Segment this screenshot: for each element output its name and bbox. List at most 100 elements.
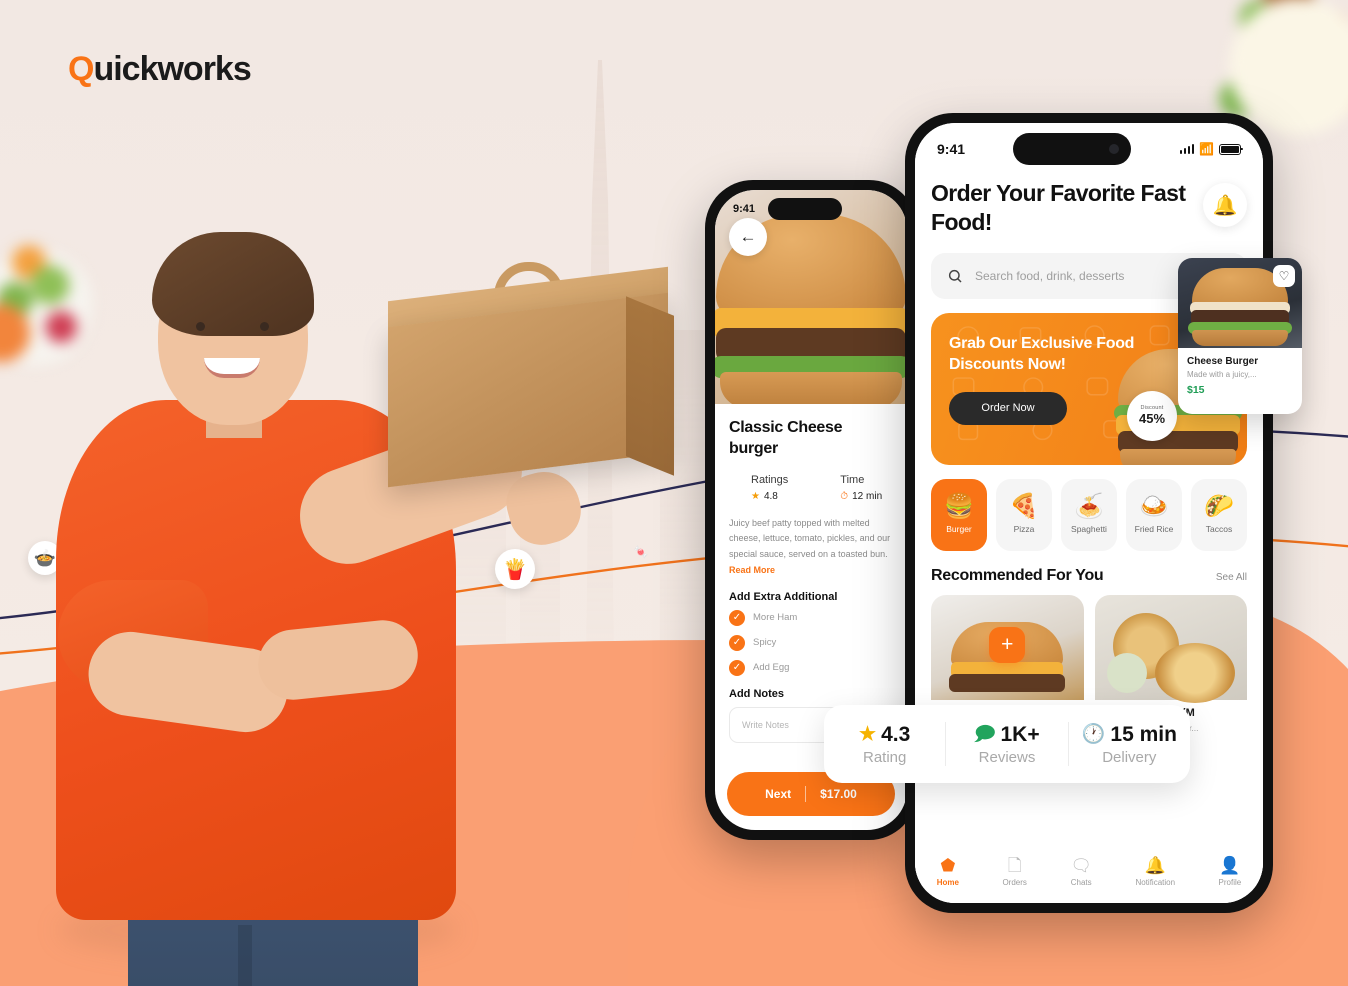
extra-label: Spicy	[753, 637, 777, 649]
tab-label: Orders	[1002, 878, 1027, 887]
add-to-cart-button[interactable]: +	[989, 626, 1026, 663]
tab-profile[interactable]: 👤 Profile	[1219, 857, 1242, 887]
category-fried-rice[interactable]: 🍛 Fried Rice	[1126, 478, 1182, 551]
detail-time-block: Time ⏱ 12 min	[840, 474, 882, 502]
taco-icon: 🌮	[1204, 493, 1234, 520]
extra-option-more-ham[interactable]: ✓ More Ham	[729, 609, 893, 626]
order-now-button[interactable]: Order Now	[949, 391, 1067, 425]
brand-logo[interactable]: Quickworks	[68, 50, 252, 89]
tab-label: Profile	[1218, 878, 1242, 887]
home-header: Order Your Favorite Fast Food! 🔔	[931, 179, 1247, 237]
timer-icon: ⏱	[840, 490, 849, 502]
detail-meta-row: Ratings ★ 4.8 Time ⏱ 12 min	[751, 460, 893, 504]
plate-edge	[1106, 652, 1147, 693]
read-more-link[interactable]: Read More	[729, 565, 775, 575]
star-icon: ★	[859, 724, 877, 745]
tab-label: Notification	[1135, 878, 1176, 887]
rating-value: 4.3	[881, 722, 911, 746]
checkbox-icon[interactable]: ✓	[729, 659, 745, 676]
extra-label: Add Egg	[753, 662, 790, 674]
signal-icon	[1179, 144, 1195, 154]
stat-delivery: 🕐 15 min Delivery	[1069, 723, 1190, 766]
category-pizza[interactable]: 🍕 Pizza	[996, 478, 1052, 551]
detail-hero-image: 9:41 ←	[715, 190, 907, 404]
category-label: Taccos	[1205, 524, 1233, 534]
clock-icon: 🕐	[1081, 724, 1106, 745]
card-pizza-graphic	[1095, 595, 1248, 703]
product-image: +	[931, 594, 1084, 700]
person-hair	[152, 232, 314, 336]
category-label: Burger	[946, 524, 972, 534]
status-icons: 📶	[1179, 142, 1243, 156]
status-time: 9:41	[937, 141, 966, 157]
reviews-value-row: 🗩 1K+	[974, 723, 1039, 747]
detail-description: Juicy beef patty topped with melted chee…	[729, 516, 893, 579]
float-bun-bottom	[1192, 330, 1288, 346]
banner-headline: Grab Our Exclusive Food Discounts Now!	[949, 334, 1135, 374]
home-status-bar: 9:41 📶	[931, 123, 1247, 165]
profile-icon: 👤	[1219, 856, 1241, 875]
category-burger[interactable]: 🍔 Burger	[931, 478, 987, 551]
extras-heading: Add Extra Additional	[729, 590, 838, 603]
see-all-link[interactable]: See All	[1216, 572, 1247, 583]
floating-card-image: ♡	[1178, 258, 1302, 348]
checkbox-icon[interactable]: ✓	[729, 609, 745, 626]
tab-home[interactable]: ⬟ Home	[937, 857, 959, 887]
detail-ratings-block: Ratings ★ 4.8	[751, 474, 788, 502]
wifi-icon: 📶	[1199, 142, 1214, 156]
detail-status-bar: 9:41	[715, 190, 907, 220]
page-title: Order Your Favorite Fast Food!	[931, 180, 1186, 235]
takeout-box-side	[626, 296, 674, 476]
tab-orders[interactable]: 🗋 Orders	[1002, 857, 1026, 887]
floating-card-name: Cheese Burger	[1187, 356, 1259, 367]
tab-label: Chats	[1070, 878, 1092, 887]
ratings-label: Ratings	[751, 473, 789, 486]
tab-notification[interactable]: 🔔 Notification	[1135, 857, 1175, 887]
category-list: 🍔 Burger 🍕 Pizza 🍝 Spaghetti 🍛 Fried Ric…	[931, 478, 1247, 551]
fries-icon: 🍟	[495, 549, 535, 589]
extra-option-spicy[interactable]: ✓ Spicy	[729, 634, 893, 651]
recommended-header: Recommended For You See All	[931, 567, 1247, 585]
front-camera-icon	[1109, 144, 1120, 154]
category-spaghetti[interactable]: 🍝 Spaghetti	[1061, 478, 1117, 551]
floating-product-card[interactable]: ♡ Cheese Burger Made with a juicy,... $1…	[1178, 258, 1302, 414]
star-icon: ★	[751, 490, 760, 502]
extra-option-add-egg[interactable]: ✓ Add Egg	[729, 659, 893, 676]
favorite-heart-icon[interactable]: ♡	[1273, 265, 1295, 287]
floating-card-body: Cheese Burger Made with a juicy,... $15	[1178, 348, 1302, 404]
banner-bun-bottom	[1120, 448, 1236, 465]
status-time: 9:41	[733, 203, 756, 215]
ratings-value-row: ★ 4.8	[751, 491, 788, 502]
hero-person-illustration	[28, 210, 674, 986]
checkbox-icon[interactable]: ✓	[729, 634, 745, 651]
delivery-label: Delivery	[1102, 748, 1157, 766]
discount-value: 45%	[1138, 411, 1166, 426]
rating-label: Rating	[862, 748, 907, 766]
time-value: 12 min	[852, 490, 883, 502]
back-button[interactable]: ←	[729, 218, 767, 256]
stats-pill: ★ 4.3 Rating 🗩 1K+ Reviews 🕐 15 min Deli…	[824, 705, 1190, 783]
dynamic-island	[768, 198, 843, 220]
extra-label: More Ham	[753, 612, 798, 624]
floating-card-price: $15	[1187, 384, 1205, 396]
description-text: Juicy beef patty topped with melted chee…	[729, 517, 891, 560]
bell-icon: 🔔	[1144, 856, 1166, 875]
burger-bun-bottom	[720, 372, 902, 404]
stat-reviews: 🗩 1K+ Reviews	[946, 723, 1067, 766]
card-patty	[949, 673, 1066, 692]
notes-heading: Add Notes	[729, 687, 784, 700]
tab-chats[interactable]: 🗨 Chats	[1070, 857, 1092, 887]
candy-icon: 🍬	[633, 545, 649, 559]
category-taccos[interactable]: 🌮 Taccos	[1191, 478, 1247, 551]
home-icon: ⬟	[940, 856, 956, 875]
next-divider	[805, 786, 807, 802]
phone-home-screen: 9:41 📶 Order Your Favorite Fast Food! 🔔 …	[905, 113, 1273, 913]
product-image: +	[1094, 594, 1248, 703]
rating-value-row: ★ 4.3	[859, 723, 910, 747]
category-label: Spaghetti	[1071, 524, 1107, 534]
home-content: 9:41 📶 Order Your Favorite Fast Food! 🔔 …	[915, 123, 1263, 903]
reviews-label: Reviews	[978, 748, 1036, 766]
notification-bell-icon[interactable]: 🔔	[1203, 183, 1247, 227]
logo-rest: uickworks	[93, 50, 251, 88]
time-value-row: ⏱ 12 min	[840, 491, 882, 502]
